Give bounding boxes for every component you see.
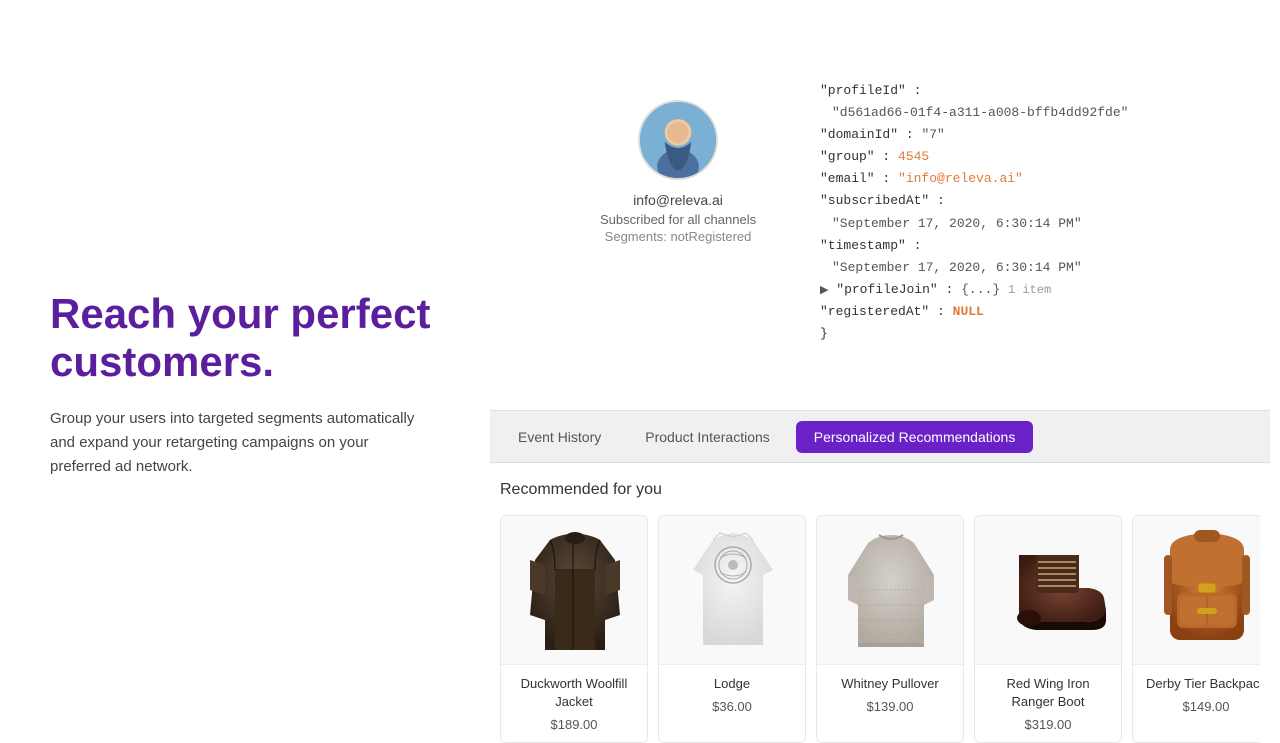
product-name-derby: Derby Tier Backpack <box>1143 675 1260 693</box>
product-info-whitney: Whitney Pullover $139.00 <box>817 664 963 724</box>
json-domainId-val: "7" <box>921 127 944 142</box>
product-price-whitney: $139.00 <box>827 699 953 714</box>
recommended-title: Recommended for you <box>500 481 1260 499</box>
profile-email: info@releva.ai <box>633 192 723 208</box>
product-price-lodge: $36.00 <box>669 699 795 714</box>
hero-section: Reach your perfect customers. Group your… <box>50 290 450 479</box>
json-registeredAt-val: NULL <box>953 304 984 319</box>
product-info-duckworth: Duckworth Woolfill Jacket $189.00 <box>501 664 647 742</box>
segments-value: notRegistered <box>670 229 751 244</box>
json-email-val: "info@releva.ai" <box>898 171 1023 186</box>
product-image-duckworth <box>501 516 648 664</box>
json-display: "profileId" : "d561ad66-01f4-a311-a008-b… <box>820 80 1128 345</box>
json-profileId-key: "profileId" : <box>820 83 921 98</box>
json-profileJoin-count: 1 item <box>1008 283 1051 297</box>
product-card-lodge[interactable]: Lodge $36.00 <box>658 515 806 743</box>
tab-personalized-recommendations[interactable]: Personalized Recommendations <box>796 421 1034 453</box>
json-group-key: "group" : <box>820 149 890 164</box>
json-subscribedAt-key: "subscribedAt" : <box>820 193 945 208</box>
hero-title: Reach your perfect customers. <box>50 290 450 387</box>
profile-segments: Segments: notRegistered <box>605 229 752 244</box>
json-email-key: "email" : <box>820 171 890 186</box>
product-name-lodge: Lodge <box>669 675 795 693</box>
hero-subtitle: Group your users into targeted segments … <box>50 407 430 479</box>
product-price-derby: $149.00 <box>1143 699 1260 714</box>
tabs-container: Event History Product Interactions Perso… <box>490 411 1270 463</box>
json-expand-icon[interactable]: ▶ <box>820 285 828 297</box>
product-card-derby[interactable]: Derby Tier Backpack $149.00 <box>1132 515 1260 743</box>
json-closing-brace: } <box>820 326 828 341</box>
tab-event-history[interactable]: Event History <box>500 421 619 453</box>
products-grid: Duckworth Woolfill Jacket $189.00 <box>500 515 1260 743</box>
tab-panel: Event History Product Interactions Perso… <box>490 410 1270 743</box>
product-info-derby: Derby Tier Backpack $149.00 <box>1133 664 1260 724</box>
product-card-duckworth[interactable]: Duckworth Woolfill Jacket $189.00 <box>500 515 648 743</box>
json-profileJoin-val: {...} <box>961 282 1000 297</box>
avatar <box>638 100 718 180</box>
json-profileId-val: "d561ad66-01f4-a311-a008-bffb4dd92fde" <box>832 105 1128 120</box>
json-subscribedAt-val: "September 17, 2020, 6:30:14 PM" <box>832 216 1082 231</box>
product-info-redwing: Red Wing Iron Ranger Boot $319.00 <box>975 664 1121 742</box>
tab-product-interactions[interactable]: Product Interactions <box>627 421 788 453</box>
profile-card: info@releva.ai Subscribed for all channe… <box>600 100 756 244</box>
product-image-lodge <box>659 516 806 664</box>
json-timestamp-val: "September 17, 2020, 6:30:14 PM" <box>832 260 1082 275</box>
json-registeredAt-key: "registeredAt" : <box>820 304 945 319</box>
product-card-whitney[interactable]: Whitney Pullover $139.00 <box>816 515 964 743</box>
product-image-redwing <box>975 516 1122 664</box>
profile-subscribed: Subscribed for all channels <box>600 212 756 227</box>
product-image-derby <box>1133 516 1260 664</box>
product-info-lodge: Lodge $36.00 <box>659 664 805 724</box>
json-domainId-key: "domainId" : <box>820 127 914 142</box>
product-name-redwing: Red Wing Iron Ranger Boot <box>985 675 1111 711</box>
product-name-whitney: Whitney Pullover <box>827 675 953 693</box>
product-image-whitney <box>817 516 964 664</box>
json-timestamp-key: "timestamp" : <box>820 238 921 253</box>
segments-label: Segments: <box>605 229 667 244</box>
json-group-val: 4545 <box>898 149 929 164</box>
recommended-section: Recommended for you <box>490 463 1270 743</box>
product-card-redwing[interactable]: Red Wing Iron Ranger Boot $319.00 <box>974 515 1122 743</box>
product-name-duckworth: Duckworth Woolfill Jacket <box>511 675 637 711</box>
json-profileJoin-key: "profileJoin" : <box>836 282 953 297</box>
